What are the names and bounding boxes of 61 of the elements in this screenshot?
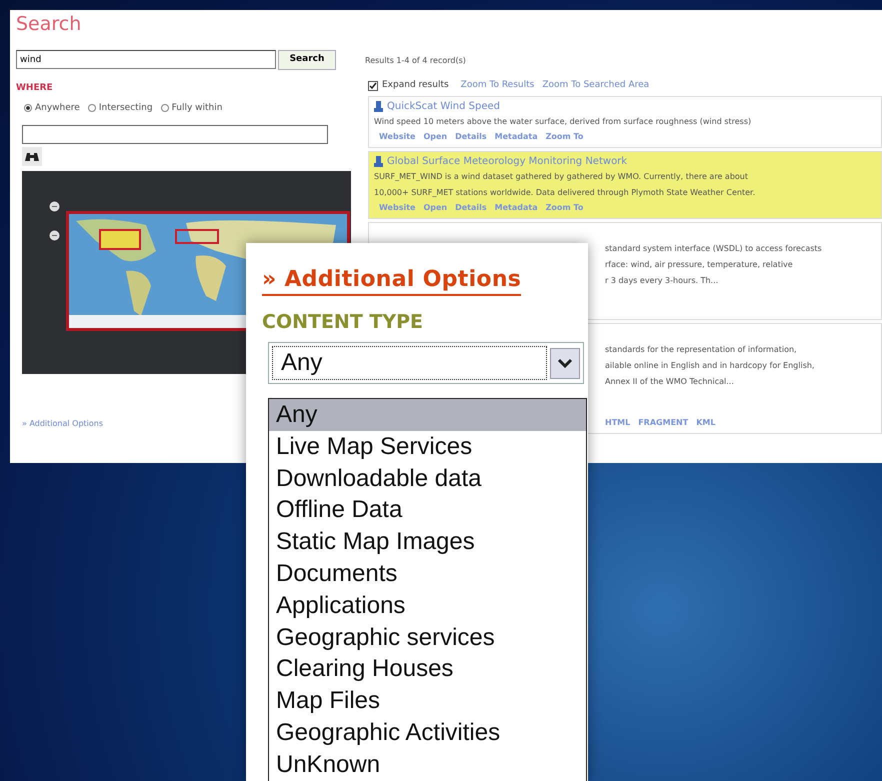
action-link[interactable]: Zoom To [546, 132, 584, 140]
radio-label: Intersecting [98, 102, 153, 114]
dropdown-option[interactable]: Geographic Activities [269, 716, 586, 749]
action-link[interactable]: Metadata [494, 202, 538, 212]
result-description: SURF_MET_WIND is a wind dataset gathered by gathered by WMO. Currently, there are about [374, 170, 749, 183]
dropdown-option[interactable]: Downloadable data [269, 462, 586, 494]
layer-icon [374, 156, 383, 166]
dropdown-option[interactable]: Map Files [269, 685, 586, 717]
action-link[interactable]: Open [423, 202, 448, 212]
result-description: Wind speed 10 meters above the water surface, derived from surface roughness (wind stress) [374, 116, 752, 128]
radio-button[interactable] [160, 104, 169, 112]
zoom-link[interactable]: Zoom To Results [460, 80, 534, 90]
action-link[interactable]: HTML [605, 418, 630, 426]
page-title: Search [16, 12, 82, 36]
radio-label: Anywhere [35, 102, 80, 114]
result-description: rface: wind, air pressure, temperature, relative [605, 258, 794, 271]
action-link[interactable]: KML [696, 418, 716, 426]
action-link[interactable]: Details [455, 202, 487, 212]
expand-label: Expand results [382, 79, 449, 92]
dropdown-option[interactable]: Applications [269, 590, 586, 622]
action-link[interactable]: Metadata [494, 132, 538, 140]
dropdown-option[interactable]: Offline Data [269, 494, 586, 526]
additional-options-link[interactable]: » Additional Options [22, 418, 104, 430]
results-summary: Results 1-4 of 4 record(s) [365, 55, 467, 67]
action-link[interactable]: Open [423, 132, 448, 140]
content-type-label: CONTENT TYPE [262, 310, 424, 334]
result-description: 10,000+ SURF_MET stations worldwide. Data delivered through Plymoth State Weather Center. [374, 186, 756, 199]
radio-button[interactable] [24, 104, 32, 112]
dropdown-option[interactable]: Live Map Services [269, 430, 586, 463]
result-description: r 3 days every 3-hours. Th... [605, 274, 720, 287]
content-type-select[interactable]: Any [268, 342, 584, 384]
action-link[interactable]: Website [379, 202, 416, 212]
zoom-link[interactable]: Zoom To Searched Area [542, 80, 650, 90]
caret-icon[interactable] [550, 348, 580, 378]
result-title[interactable]: Global Surface Meteorology Monitoring Network [387, 154, 628, 168]
result-description: Annex II of the WMO Technical... [605, 376, 735, 388]
additional-options-heading[interactable]: » Additional Options [262, 265, 522, 296]
radio-button[interactable] [88, 104, 96, 112]
dropdown-option[interactable]: Documents [269, 558, 586, 590]
dropdown-option[interactable]: Geographic services [269, 622, 586, 654]
result-description: ailable online in English and in hardcopy for English, [605, 360, 816, 372]
action-link[interactable]: Zoom To [546, 202, 584, 212]
action-link[interactable]: Details [455, 132, 487, 140]
where-label: WHERE [16, 82, 54, 95]
result-description: standard system interface (WSDL) to access forecasts [605, 242, 823, 255]
dropdown-option[interactable]: Static Map Images [269, 526, 586, 558]
zoom-out-icon[interactable] [49, 230, 60, 241]
binoculars-icon[interactable] [22, 147, 42, 166]
dropdown-option[interactable]: Any [269, 399, 586, 431]
result-description: standards for the representation of information, [605, 344, 798, 356]
dropdown-option[interactable]: UnKnown [269, 748, 586, 781]
search-button[interactable]: Search [278, 50, 336, 70]
layer-icon [374, 100, 383, 112]
expand-checkbox[interactable] [368, 80, 378, 91]
result-title[interactable]: QuickScat Wind Speed [387, 98, 500, 114]
location-field[interactable] [22, 125, 328, 144]
radio-label: Fully within [172, 102, 222, 114]
dropdown-option[interactable]: Clearing Houses [269, 653, 586, 686]
action-link[interactable]: Website [379, 132, 416, 140]
action-link[interactable]: FRAGMENT [638, 418, 688, 426]
search-field[interactable]: wind [16, 50, 276, 69]
